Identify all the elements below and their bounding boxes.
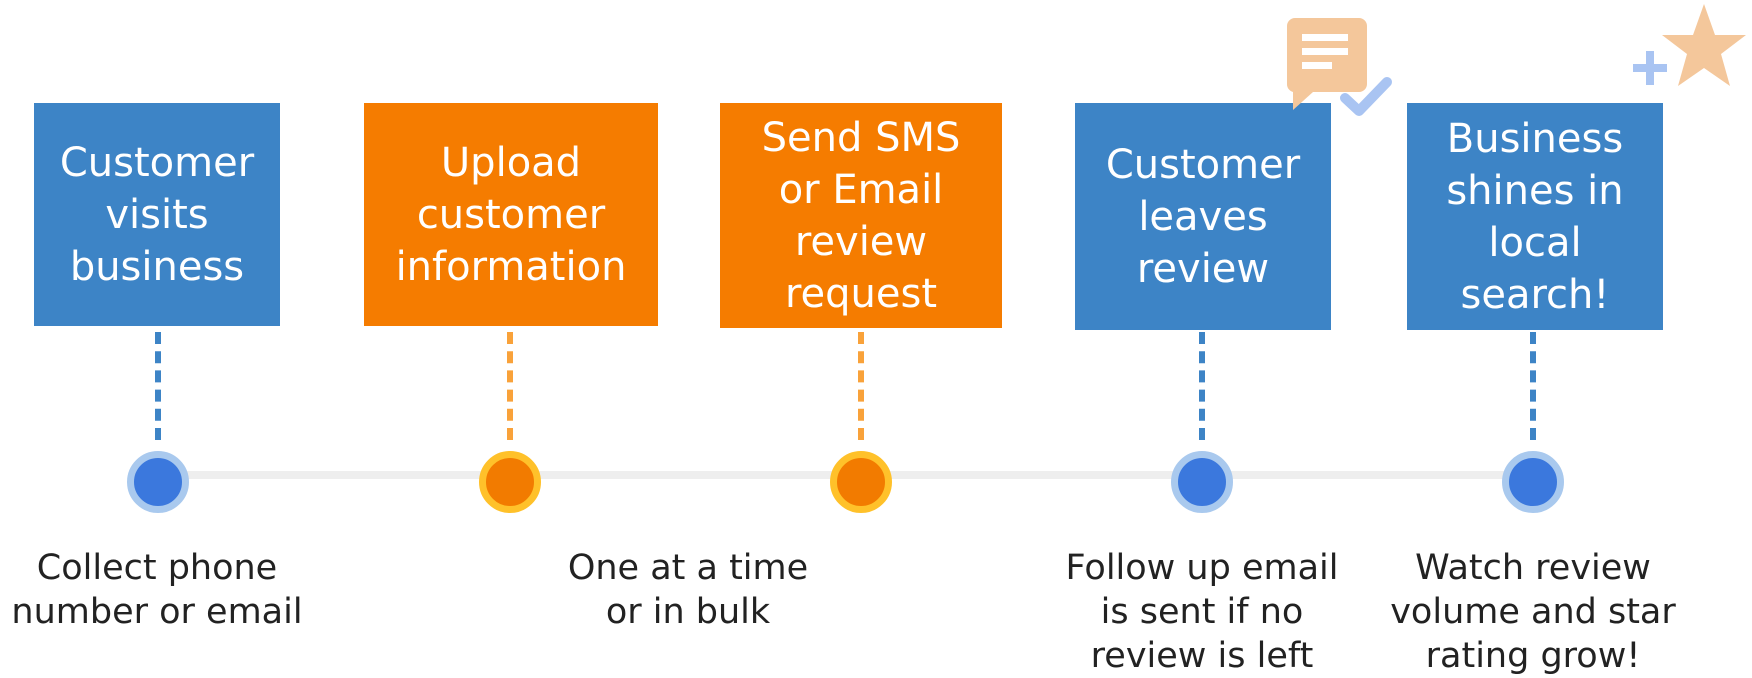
connector-4 xyxy=(1199,332,1205,440)
caption-one-at-a-time: One at a time or in bulk xyxy=(567,548,809,632)
caption-collect: Collect phone number or email xyxy=(11,548,303,632)
timeline-node-1 xyxy=(127,451,189,513)
connector-3 xyxy=(858,332,864,440)
connector-2 xyxy=(507,332,513,440)
step-box-business-shines: Business shines in local search! xyxy=(1407,103,1663,330)
step-box-customer-visits: Customer visits business xyxy=(34,103,280,326)
timeline-node-5 xyxy=(1502,451,1564,513)
timeline-node-2 xyxy=(479,451,541,513)
timeline-node-4 xyxy=(1171,451,1233,513)
timeline-node-3 xyxy=(830,451,892,513)
connector-5 xyxy=(1530,332,1536,440)
step-box-customer-leaves-review: Customer leaves review xyxy=(1075,103,1331,330)
caption-follow-up: Follow up email is sent if no review is … xyxy=(1065,548,1339,676)
caption-watch-grow: Watch review volume and star rating grow… xyxy=(1390,548,1676,676)
plus-star-icon xyxy=(1633,4,1746,86)
connector-1 xyxy=(155,332,161,440)
chat-check-icon xyxy=(1286,18,1392,116)
step-box-send-request: Send SMS or Email review request xyxy=(720,103,1002,328)
step-box-upload: Upload customer information xyxy=(364,103,658,326)
